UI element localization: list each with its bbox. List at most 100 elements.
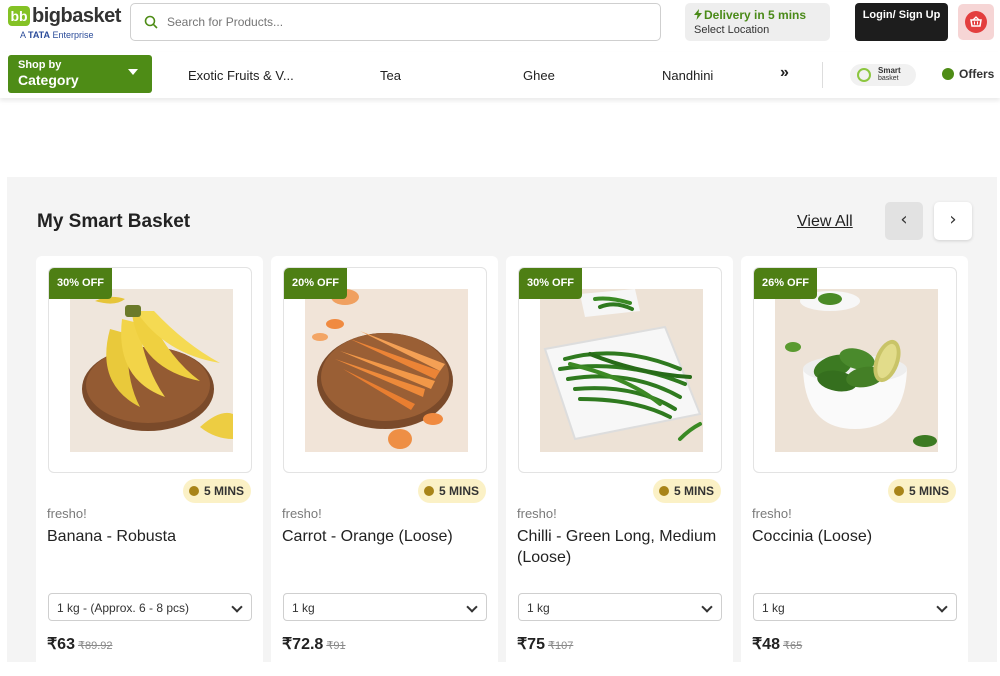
chevron-down-icon (701, 601, 713, 613)
product-price: ₹63 ₹89.92 (47, 634, 113, 654)
product-price: ₹72.8 ₹91 (282, 634, 346, 654)
chevron-down-icon (936, 601, 948, 613)
logo-tagline-suffix: Enterprise (50, 30, 94, 40)
clock-icon (893, 486, 904, 496)
discount-badge: 30% OFF (519, 268, 582, 299)
cart-button[interactable] (958, 4, 994, 40)
category-link-tea[interactable]: Tea (380, 68, 401, 83)
mrp-price: ₹65 (782, 640, 803, 652)
product-image-frame[interactable]: 26% OFF (753, 267, 957, 473)
discount-badge: 26% OFF (754, 268, 817, 299)
delivery-subtitle: Select Location (694, 24, 770, 36)
logo-tagline-brand: TATA (28, 30, 51, 40)
more-categories-icon[interactable]: » (780, 64, 789, 82)
category-bar: Shop by Category Exotic Fruits & V... Te… (0, 52, 1000, 98)
carrot-image (305, 289, 468, 452)
product-card[interactable]: 30% OFF 5 MINS fresho! Chilli - Green Lo… (506, 256, 733, 676)
category-link-exotic-fruits[interactable]: Exotic Fruits & V... (188, 68, 294, 83)
shop-by-category-button[interactable]: Shop by Category (8, 55, 152, 93)
view-all-link[interactable]: View All (797, 213, 853, 231)
caret-down-icon (128, 69, 138, 75)
category-link-ghee[interactable]: Ghee (523, 68, 555, 83)
quantity-value: 1 kg - (Approx. 6 - 8 pcs) (57, 601, 190, 615)
quantity-select[interactable]: 1 kg - (Approx. 6 - 8 pcs) (48, 593, 252, 621)
eta-text: 5 MINS (908, 484, 949, 498)
product-price: ₹48 ₹65 (752, 634, 802, 654)
mrp-price: ₹91 (326, 640, 346, 652)
my-smart-basket-section: My Smart Basket View All ‹ › 30% OFF 5 M… (7, 177, 997, 676)
delivery-eta-badge: 5 MINS (887, 479, 956, 503)
delivery-eta-badge: 5 MINS (182, 479, 251, 503)
lightning-icon (694, 9, 702, 20)
quantity-select[interactable]: 1 kg (283, 593, 487, 621)
quantity-value: 1 kg (527, 601, 550, 615)
discount-badge: 20% OFF (284, 268, 347, 299)
delivery-title: Delivery in 5 mins (694, 8, 821, 22)
delivery-eta-badge: 5 MINS (417, 479, 486, 503)
clock-icon (423, 486, 434, 496)
product-card[interactable]: 30% OFF 5 MINS fresho! Banana - Robusta … (36, 256, 263, 676)
mrp-price: ₹89.92 (77, 640, 113, 652)
chevron-down-icon (231, 601, 243, 613)
delivery-eta-badge: 5 MINS (652, 479, 721, 503)
product-image-frame[interactable]: 30% OFF (48, 267, 252, 473)
eta-text: 5 MINS (673, 484, 714, 498)
product-name[interactable]: Carrot - Orange (Loose) (282, 526, 487, 547)
coccinia-image (775, 289, 938, 452)
logo-tagline: A TATA Enterprise (20, 30, 94, 40)
chevron-down-icon (466, 601, 478, 613)
bigbasket-logo[interactable]: bb bigbasket A TATA Enterprise (8, 5, 121, 45)
product-image-frame[interactable]: 20% OFF (283, 267, 487, 473)
quantity-select[interactable]: 1 kg (753, 593, 957, 621)
logo-text: bigbasket (32, 5, 121, 27)
banana-image (70, 289, 233, 452)
product-name[interactable]: Banana - Robusta (47, 526, 252, 547)
section-title: My Smart Basket (37, 211, 191, 232)
mrp-price: ₹107 (547, 640, 574, 652)
search-bar[interactable] (130, 3, 661, 41)
smart-basket-label: Smart basket (878, 67, 901, 83)
product-name[interactable]: Chilli - Green Long, Medium (Loose) (517, 526, 722, 568)
green-chilli-image (540, 289, 703, 452)
smart-basket-line1: Smart (878, 66, 901, 75)
product-card[interactable]: 26% OFF 5 MINS fresho! Coccinia (Loose) … (741, 256, 968, 676)
offers-icon (942, 68, 954, 80)
smart-basket-button[interactable]: Smart basket (850, 64, 916, 86)
search-icon (144, 15, 158, 29)
carousel-next-button[interactable]: › (934, 202, 972, 240)
category-link-nandhini[interactable]: Nandhini (662, 68, 713, 83)
selling-price: ₹48 (752, 636, 780, 653)
clock-icon (188, 486, 199, 496)
top-header: bb bigbasket A TATA Enterprise Delivery … (0, 0, 1000, 52)
eta-text: 5 MINS (438, 484, 479, 498)
offers-label: Offers (959, 67, 995, 81)
product-card[interactable]: 20% OFF 5 MINS fresho! Carrot - Orange (… (271, 256, 498, 676)
quantity-value: 1 kg (292, 601, 315, 615)
product-brand: fresho! (282, 506, 322, 521)
product-brand: fresho! (517, 506, 557, 521)
divider (822, 62, 823, 88)
quantity-select[interactable]: 1 kg (518, 593, 722, 621)
offers-link[interactable]: Offers (942, 67, 994, 81)
discount-badge: 30% OFF (49, 268, 112, 299)
selling-price: ₹72.8 (282, 636, 324, 653)
product-image-frame[interactable]: 30% OFF (518, 267, 722, 473)
delivery-title-text: Delivery in 5 mins (704, 8, 807, 22)
eta-text: 5 MINS (203, 484, 244, 498)
shop-by-label: Shop by (18, 59, 62, 71)
product-brand: fresho! (752, 506, 792, 521)
smart-basket-icon (857, 68, 871, 82)
product-name[interactable]: Coccinia (Loose) (752, 526, 957, 547)
selling-price: ₹75 (517, 636, 545, 653)
search-input[interactable] (167, 8, 647, 36)
smart-basket-line2: basket (878, 75, 899, 82)
delivery-location-button[interactable]: Delivery in 5 mins Select Location (685, 3, 830, 41)
logo-mark: bb (8, 6, 30, 26)
login-signup-button[interactable]: Login/ Sign Up (855, 3, 948, 41)
category-label: Category (18, 72, 79, 88)
carousel-prev-button[interactable]: ‹ (885, 202, 923, 240)
basket-icon (965, 11, 987, 33)
selling-price: ₹63 (47, 636, 75, 653)
product-price: ₹75 ₹107 (517, 634, 573, 654)
clock-icon (658, 486, 669, 496)
